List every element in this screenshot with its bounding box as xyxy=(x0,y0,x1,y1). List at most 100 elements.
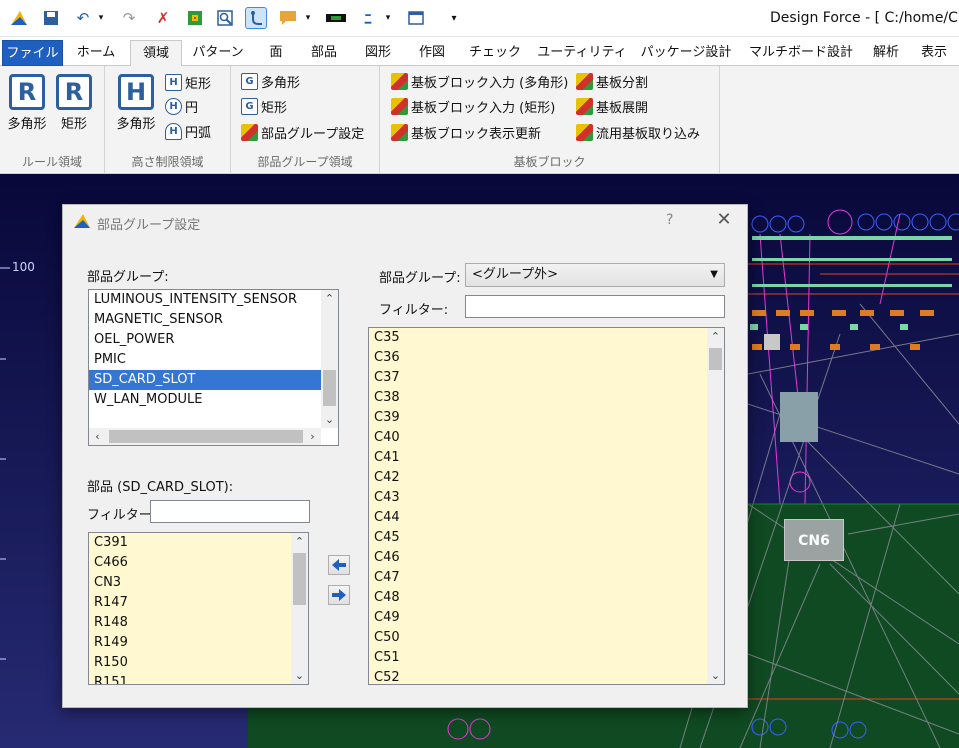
group-item-selected[interactable]: SD_CARD_SLOT xyxy=(89,370,338,390)
tab-view[interactable]: 表示 xyxy=(912,40,956,66)
scroll-up-icon[interactable]: ⌃ xyxy=(291,533,308,550)
move-left-button[interactable] xyxy=(328,555,350,575)
part-item[interactable]: C51 xyxy=(369,648,724,668)
parts-list-vscrollbar[interactable]: ⌃ ⌄ xyxy=(291,533,308,684)
part-item[interactable]: R148 xyxy=(89,613,308,633)
comment-icon[interactable] xyxy=(277,7,299,29)
part-item[interactable]: CN3 xyxy=(89,573,308,593)
scroll-thumb[interactable] xyxy=(109,430,303,443)
rule-polygon-button[interactable]: R 多角形 xyxy=(4,74,50,132)
board-expand-button[interactable]: 基板展開 xyxy=(576,96,648,116)
undo-dropdown-icon[interactable]: ▾ xyxy=(90,7,112,29)
move-right-button[interactable] xyxy=(328,585,350,605)
part-item[interactable]: C42 xyxy=(369,468,724,488)
partgrp-rect-button[interactable]: G 矩形 xyxy=(241,96,287,116)
scroll-down-icon[interactable]: ⌄ xyxy=(321,411,338,428)
height-rect-button[interactable]: H 矩形 xyxy=(165,72,211,92)
part-item[interactable]: R147 xyxy=(89,593,308,613)
part-item[interactable]: C35 xyxy=(369,328,724,348)
tab-surface[interactable]: 面 xyxy=(258,40,294,66)
delete-marker-icon[interactable]: ✗ xyxy=(152,7,174,29)
ungrouped-list-vscrollbar[interactable]: ⌃ ⌄ xyxy=(707,328,724,684)
group-list[interactable]: LUMINOUS_INTENSITY_SENSOR MAGNETIC_SENSO… xyxy=(88,289,339,446)
part-item[interactable]: C46 xyxy=(369,548,724,568)
part-item[interactable]: C52 xyxy=(369,668,724,684)
app-logo-icon[interactable] xyxy=(8,7,30,29)
scroll-right-icon[interactable]: › xyxy=(304,428,321,445)
part-item[interactable]: C36 xyxy=(369,348,724,368)
comment-dropdown-icon[interactable]: ▾ xyxy=(297,7,319,29)
height-circle-button[interactable]: H円 xyxy=(165,96,198,116)
board-refresh-button[interactable]: 基板ブロック表示更新 xyxy=(391,122,541,142)
part-item[interactable]: C40 xyxy=(369,428,724,448)
part-item[interactable]: R149 xyxy=(89,633,308,653)
right-filter-input[interactable] xyxy=(465,295,725,318)
group-select[interactable]: <グループ外> ▼ xyxy=(465,263,725,287)
tab-shape[interactable]: 図形 xyxy=(354,40,402,66)
tab-pattern[interactable]: パターン xyxy=(185,40,251,66)
scroll-thumb[interactable] xyxy=(709,348,722,370)
scroll-left-icon[interactable]: ‹ xyxy=(89,428,106,445)
part-item[interactable]: C50 xyxy=(369,628,724,648)
part-item[interactable]: C48 xyxy=(369,588,724,608)
partgrp-polygon-button[interactable]: G 多角形 xyxy=(241,71,300,91)
board-input-polygon-button[interactable]: 基板ブロック入力 (多角形) xyxy=(391,71,568,91)
rule-rect-button[interactable]: R 矩形 xyxy=(54,74,94,132)
tab-check[interactable]: チェック xyxy=(462,40,528,66)
tab-multiboard-design[interactable]: マルチボード設計 xyxy=(742,40,860,66)
route-icon[interactable] xyxy=(245,7,267,29)
zoom-icon[interactable] xyxy=(214,7,236,29)
group-list-vscrollbar[interactable]: ⌃ ⌄ xyxy=(321,290,338,428)
part-item[interactable]: C466 xyxy=(89,553,308,573)
fire-icon[interactable]: ﾆ xyxy=(357,7,379,29)
group-item[interactable]: OEL_POWER xyxy=(89,330,338,350)
part-item[interactable]: C41 xyxy=(369,448,724,468)
part-item[interactable]: C38 xyxy=(369,388,724,408)
part-item[interactable]: C47 xyxy=(369,568,724,588)
bar-icon[interactable] xyxy=(325,7,347,29)
tab-drawing[interactable]: 作図 xyxy=(408,40,456,66)
tab-analysis[interactable]: 解析 xyxy=(864,40,908,66)
height-arc-button[interactable]: H 円弧 xyxy=(165,121,211,141)
group-item[interactable]: W_LAN_MODULE xyxy=(89,390,338,410)
group-item[interactable]: MAGNETIC_SENSOR xyxy=(89,310,338,330)
scroll-up-icon[interactable]: ⌃ xyxy=(707,328,724,345)
grid-icon[interactable] xyxy=(184,7,206,29)
group-list-hscrollbar[interactable]: ‹ › xyxy=(89,428,321,445)
group-item[interactable]: LUMINOUS_INTENSITY_SENSOR xyxy=(89,290,338,310)
part-item[interactable]: C45 xyxy=(369,528,724,548)
customize-icon[interactable]: ▾ xyxy=(443,7,465,29)
redo-icon[interactable]: ↷ xyxy=(118,7,140,29)
scroll-down-icon[interactable]: ⌄ xyxy=(707,667,724,684)
scroll-up-icon[interactable]: ⌃ xyxy=(321,290,338,307)
parts-list[interactable]: C391 C466 CN3 R147 R148 R149 R150 R151 ⌃… xyxy=(88,532,309,685)
scroll-thumb[interactable] xyxy=(293,553,306,605)
component-cn6[interactable]: CN6 xyxy=(784,519,844,561)
part-item[interactable]: C44 xyxy=(369,508,724,528)
partgrp-setting-button[interactable]: 部品グループ設定 xyxy=(241,122,364,142)
scroll-thumb[interactable] xyxy=(323,370,336,406)
save-icon[interactable] xyxy=(40,7,62,29)
tab-utility[interactable]: ユーティリティ xyxy=(534,40,630,66)
part-item[interactable]: C49 xyxy=(369,608,724,628)
part-item[interactable]: C391 xyxy=(89,533,308,553)
ungrouped-parts-list[interactable]: C35 C36 C37 C38 C39 C40 C41 C42 C43 C44 … xyxy=(368,327,725,685)
board-import-button[interactable]: 流用基板取り込み xyxy=(576,122,700,142)
board-split-button[interactable]: 基板分割 xyxy=(576,71,648,91)
tab-region[interactable]: 領域 xyxy=(130,40,182,67)
close-button[interactable]: ✕ xyxy=(714,209,734,230)
help-button[interactable]: ? xyxy=(666,212,673,228)
tab-file[interactable]: ファイル xyxy=(2,40,63,66)
window-icon[interactable] xyxy=(405,7,427,29)
parts-filter-input[interactable] xyxy=(150,500,310,523)
fire-dropdown-icon[interactable]: ▾ xyxy=(377,7,399,29)
part-item[interactable]: C39 xyxy=(369,408,724,428)
tab-parts[interactable]: 部品 xyxy=(300,40,348,66)
group-item[interactable]: PMIC xyxy=(89,350,338,370)
tab-package-design[interactable]: パッケージ設計 xyxy=(634,40,738,66)
part-item[interactable]: R151 xyxy=(89,673,308,684)
board-input-rect-button[interactable]: 基板ブロック入力 (矩形) xyxy=(391,96,555,116)
height-polygon-button[interactable]: H 多角形 xyxy=(113,74,159,132)
tab-home[interactable]: ホーム xyxy=(66,40,126,66)
scroll-down-icon[interactable]: ⌄ xyxy=(291,667,308,684)
